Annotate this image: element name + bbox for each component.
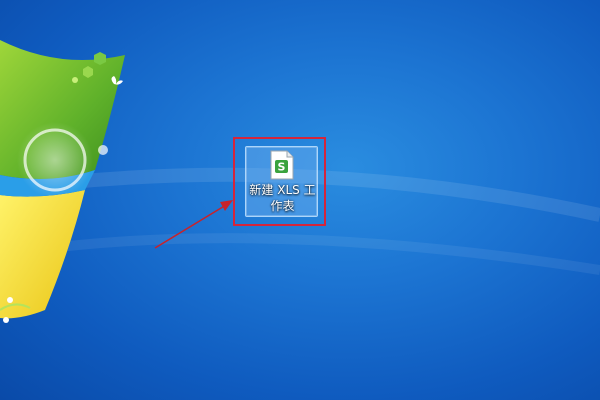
desktop[interactable]: S 新建 XLS 工 作表	[0, 0, 600, 400]
file-glyph-letter: S	[278, 161, 286, 174]
new-xls-worksheet-icon[interactable]: S 新建 XLS 工 作表	[245, 146, 318, 217]
file-icon-label: 新建 XLS 工 作表	[246, 182, 319, 214]
file-label-line2: 作表	[270, 199, 295, 213]
spreadsheet-file-icon: S	[270, 150, 294, 180]
file-label-line1: 新建 XLS 工	[249, 183, 316, 197]
